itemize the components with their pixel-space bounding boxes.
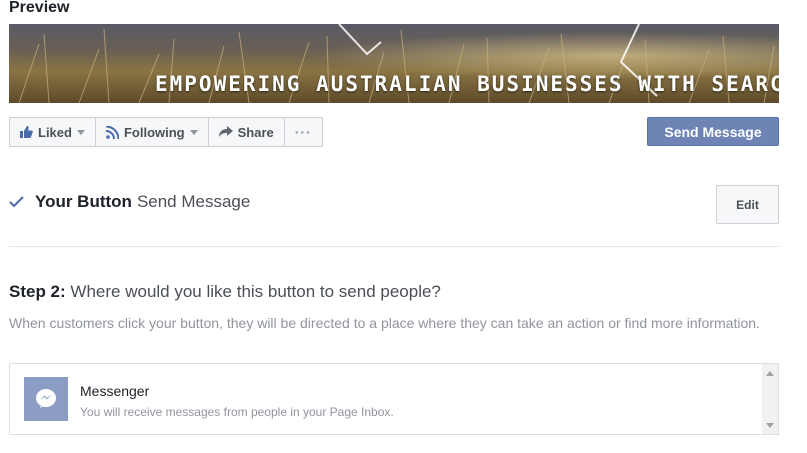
share-button[interactable]: Share — [209, 118, 285, 146]
your-button-value: Send Message — [136, 192, 251, 211]
cover-headline: EMPOWERING AUSTRALIAN BUSINESSES WITH SE… — [155, 72, 779, 96]
preview-title: Preview — [9, 0, 70, 16]
check-icon — [9, 196, 24, 208]
chevron-down-icon — [76, 129, 85, 135]
destination-option-list[interactable]: Messenger You will receive messages from… — [9, 363, 779, 435]
edit-button[interactable]: Edit — [716, 185, 779, 224]
send-message-button[interactable]: Send Message — [647, 117, 779, 146]
option-description: You will receive messages from people in… — [80, 405, 394, 419]
messenger-icon — [24, 377, 68, 421]
liked-label: Liked — [38, 124, 72, 140]
page-action-bar: Liked Following Share ··· — [9, 117, 323, 147]
step-question: Where would you like this button to send… — [70, 282, 441, 301]
step-number: Step 2: — [9, 282, 66, 301]
more-options-button[interactable]: ··· — [285, 118, 322, 146]
more-dots-icon: ··· — [294, 124, 312, 140]
scroll-down-icon[interactable] — [766, 423, 774, 428]
cover-photo: EMPOWERING AUSTRALIAN BUSINESSES WITH SE… — [9, 24, 779, 103]
chevron-down-icon — [189, 129, 198, 135]
your-button-label: Your Button — [35, 192, 132, 211]
scrollbar[interactable] — [762, 364, 778, 434]
step-description: When customers click your button, they w… — [9, 315, 760, 331]
rss-icon — [105, 125, 119, 139]
share-label: Share — [237, 124, 274, 140]
share-arrow-icon — [218, 126, 233, 138]
thumbs-up-icon — [20, 126, 33, 138]
section-divider — [9, 246, 779, 247]
scroll-up-icon[interactable] — [766, 371, 774, 376]
following-button[interactable]: Following — [96, 118, 209, 146]
your-button-summary: Your Button Send Message — [9, 192, 250, 212]
option-title[interactable]: Messenger — [80, 383, 149, 399]
following-label: Following — [123, 124, 185, 140]
step-2-heading: Step 2: Where would you like this button… — [9, 282, 441, 302]
liked-button[interactable]: Liked — [10, 118, 96, 146]
